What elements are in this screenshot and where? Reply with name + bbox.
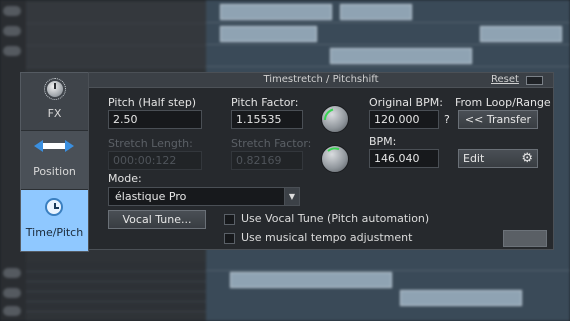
stretch-factor-label: Stretch Factor:	[231, 137, 312, 150]
knob-icon	[44, 78, 66, 100]
clock-icon	[45, 198, 63, 216]
bpm-label: BPM:	[369, 135, 397, 148]
edit-button[interactable]: Edit ⚙	[458, 149, 538, 168]
reset-button[interactable]: Reset	[491, 74, 519, 85]
vocal-tune-checkbox-label: Use Vocal Tune (Pitch automation)	[241, 212, 430, 225]
stretch-knob-marker	[327, 147, 340, 152]
tab-position-label: Position	[33, 165, 76, 178]
timestretch-panel: Timestretch / Pitchshift Reset Pitch (Ha…	[88, 72, 554, 250]
tab-fx-label: FX	[47, 107, 62, 120]
vocal-tune-button[interactable]: Vocal Tune...	[108, 210, 206, 229]
original-bpm-field[interactable]: 120.000	[369, 110, 439, 129]
category-tabs: FX Position Time/Pitch	[20, 72, 89, 252]
vocal-tune-checkbox[interactable]	[224, 214, 235, 225]
pitch-factor-label: Pitch Factor:	[231, 96, 299, 109]
close-button[interactable]	[526, 76, 543, 85]
mode-select-value: élastique Pro	[115, 190, 187, 203]
original-bpm-label: Original BPM:	[369, 96, 443, 109]
panel-title: Timestretch / Pitchshift	[263, 74, 379, 85]
original-bpm-help[interactable]: ?	[444, 113, 450, 126]
stretch-knob[interactable]	[321, 145, 349, 173]
mode-select[interactable]: élastique Pro ▼	[108, 187, 300, 206]
transfer-button[interactable]: << Transfer	[458, 110, 538, 129]
chevron-down-icon: ▼	[284, 188, 299, 205]
tempo-adjust-checkbox[interactable]	[224, 233, 235, 244]
apply-button[interactable]	[503, 230, 547, 247]
arrows-icon	[34, 140, 74, 152]
tab-position[interactable]: Position	[21, 131, 88, 190]
from-loop-range-label: From Loop/Range	[455, 96, 551, 109]
mode-label: Mode:	[108, 172, 142, 185]
tab-time-pitch[interactable]: Time/Pitch	[21, 190, 88, 251]
pitch-factor-field[interactable]: 1.15535	[231, 110, 303, 129]
pitch-knob-marker	[324, 108, 334, 121]
stretch-factor-field[interactable]: 0.82169	[231, 151, 303, 170]
bpm-field[interactable]: 146.040	[369, 149, 439, 168]
title-bar: Timestretch / Pitchshift Reset	[89, 73, 553, 88]
pitch-knob[interactable]	[321, 105, 349, 133]
pitch-half-step-field[interactable]: 2.50	[108, 110, 202, 129]
tempo-adjust-checkbox-label: Use musical tempo adjustment	[241, 231, 413, 244]
edit-button-label: Edit	[463, 152, 485, 165]
stretch-length-label: Stretch Length:	[108, 137, 193, 150]
stretch-length-field[interactable]: 000:00:122	[108, 151, 202, 170]
gear-icon: ⚙	[521, 151, 533, 166]
tab-fx[interactable]: FX	[21, 73, 88, 131]
pitch-half-step-label: Pitch (Half step)	[108, 96, 197, 109]
tab-time-pitch-label: Time/Pitch	[25, 226, 84, 239]
